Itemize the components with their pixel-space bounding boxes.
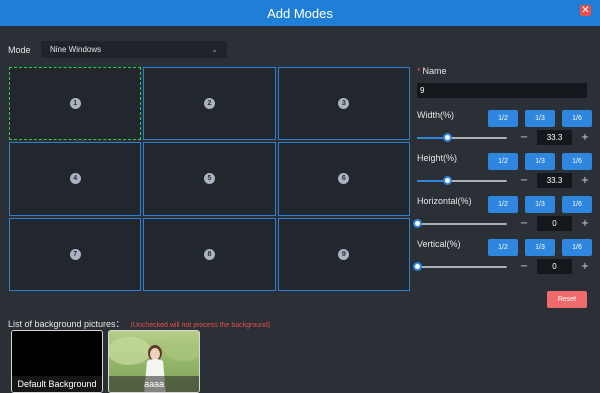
increment-button[interactable]: + [578,175,592,186]
grid-cell-7[interactable]: 7 [9,217,142,291]
cell-number-badge: 2 [203,98,215,110]
name-label: * Name [417,66,592,76]
mode-select-value: Nine Windows [50,45,102,54]
horizontal-value[interactable]: 0 [537,216,572,231]
vertical-value[interactable]: 0 [537,259,572,274]
mode-row: Mode Nine Windows ⌄ [8,41,227,58]
window-layout-grid: 1 2 3 4 5 6 7 8 9 [8,66,411,292]
vertical-label: Vertical(%) [417,239,461,249]
grid-cell-9[interactable]: 9 [277,217,410,291]
vertical-third-button[interactable]: 1/3 [525,239,555,256]
vertical-slider[interactable] [413,261,507,272]
decrement-button[interactable]: − [517,175,531,186]
horizontal-half-button[interactable]: 1/2 [488,196,518,213]
background-list-title: List of background pictures： [8,319,125,329]
cell-number-badge: 8 [203,248,215,260]
background-list-note: (Unchecked will not process the backgrou… [130,322,271,329]
cell-number-badge: 3 [338,98,350,110]
vertical-stepper: − 0 + [517,259,592,274]
window-title: Add Modes [267,5,333,21]
height-value[interactable]: 33.3 [537,173,572,188]
decrement-button[interactable]: − [517,261,531,272]
cell-number-badge: 7 [69,248,81,260]
titlebar: Add Modes ✕ [0,0,600,26]
grid-cell-3[interactable]: 3 [277,67,410,141]
vertical-sixth-button[interactable]: 1/6 [562,239,592,256]
height-label: Height(%) [417,153,458,163]
width-property: Width(%) 1/2 1/3 1/6 − 33.3 + [417,110,592,145]
close-icon[interactable]: ✕ [580,5,591,16]
width-half-button[interactable]: 1/2 [488,110,518,127]
width-slider[interactable] [417,132,507,143]
background-caption: aaaa [109,376,199,392]
cell-number-badge: 9 [338,248,350,260]
cell-number-badge: 5 [203,173,215,185]
horizontal-stepper: − 0 + [517,216,592,231]
cell-number-badge: 4 [69,173,81,185]
chevron-down-icon: ⌄ [211,45,218,54]
width-third-button[interactable]: 1/3 [525,110,555,127]
height-property: Height(%) 1/2 1/3 1/6 − 33.3 + [417,153,592,188]
decrement-button[interactable]: − [517,218,531,229]
grid-cell-6[interactable]: 6 [277,142,410,216]
required-mark: * [417,66,421,76]
height-half-button[interactable]: 1/2 [488,153,518,170]
reset-button[interactable]: Reset [547,291,587,308]
properties-panel: *Name Width(%) 1/2 1/3 1/6 − 33.3 + Heig… [413,66,592,274]
background-caption: Default Background [12,376,102,392]
horizontal-sixth-button[interactable]: 1/6 [562,196,592,213]
slider-thumb[interactable] [413,261,422,271]
vertical-property: Vertical(%) 1/2 1/3 1/6 − 0 + [413,239,592,274]
name-input[interactable] [417,83,587,98]
slider-thumb[interactable] [442,175,452,185]
slider-thumb[interactable] [442,132,452,142]
background-option-default[interactable]: Default Background [11,330,103,393]
background-option-aaaa[interactable]: aaaa [108,330,200,393]
grid-cell-1[interactable]: 1 [9,67,142,141]
increment-button[interactable]: + [578,132,592,143]
vertical-half-button[interactable]: 1/2 [488,239,518,256]
name-label-text: Name [422,66,447,76]
width-stepper: − 33.3 + [517,130,592,145]
grid-cell-5[interactable]: 5 [143,142,276,216]
increment-button[interactable]: + [578,218,592,229]
horizontal-third-button[interactable]: 1/3 [525,196,555,213]
height-sixth-button[interactable]: 1/6 [562,153,592,170]
background-thumbnails: Default Background aaaa [11,330,200,393]
width-label: Width(%) [417,110,455,120]
width-sixth-button[interactable]: 1/6 [562,110,592,127]
background-list-heading: List of background pictures： (Unchecked w… [8,317,270,330]
height-stepper: − 33.3 + [517,173,592,188]
mode-select[interactable]: Nine Windows ⌄ [41,41,227,58]
height-slider[interactable] [417,175,507,186]
mode-label: Mode [8,44,31,55]
decrement-button[interactable]: − [517,132,531,143]
cell-number-badge: 6 [338,173,350,185]
slider-thumb[interactable] [413,218,422,228]
width-value[interactable]: 33.3 [537,130,572,145]
grid-cell-4[interactable]: 4 [9,142,142,216]
grid-cell-8[interactable]: 8 [143,217,276,291]
horizontal-property: Horizontal(%) 1/2 1/3 1/6 − 0 + [413,196,592,231]
grid-cell-2[interactable]: 2 [143,67,276,141]
height-third-button[interactable]: 1/3 [525,153,555,170]
cell-number-badge: 1 [69,98,81,110]
increment-button[interactable]: + [578,261,592,272]
horizontal-slider[interactable] [413,218,507,229]
horizontal-label: Horizontal(%) [417,196,472,206]
